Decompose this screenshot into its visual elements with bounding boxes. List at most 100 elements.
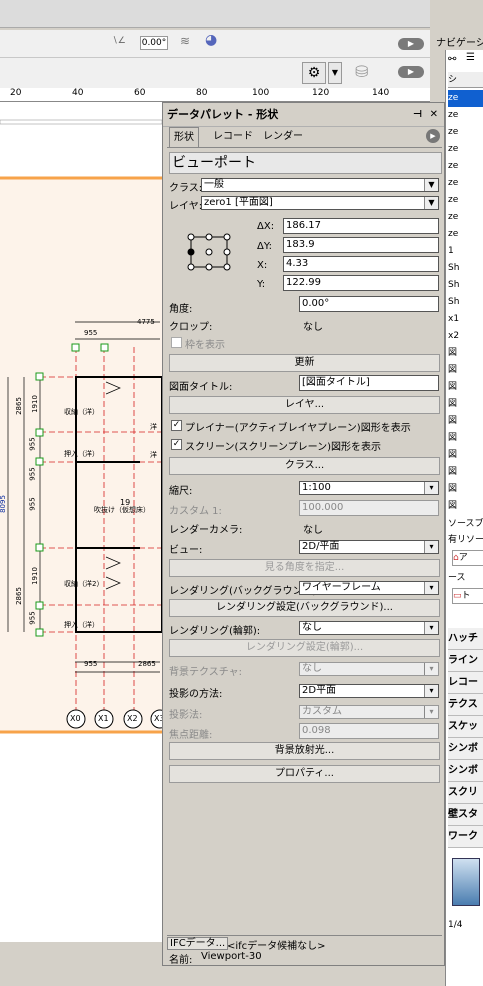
angle-input[interactable]: 0.00°: [140, 36, 168, 50]
angle-field[interactable]: 0.00°: [299, 296, 439, 312]
layer-list-item[interactable]: ze: [448, 175, 483, 192]
drawing-canvas[interactable]: 4775 955 2865 1910 955 8095 955 955 2865…: [0, 102, 162, 942]
bg-render-settings-button[interactable]: レンダリング設定(バックグラウンド)...: [169, 599, 440, 617]
layer-list-item[interactable]: Sh: [448, 277, 483, 294]
close-icon[interactable]: ✕: [430, 103, 438, 127]
tree-icon[interactable]: ⚯: [448, 54, 456, 65]
resource-dropdown-1[interactable]: ⌂ア: [452, 550, 483, 566]
chevron-down-icon: ▾: [424, 706, 438, 718]
resource-tool-item[interactable]: 壁スタ: [448, 804, 483, 826]
bg-texture-value: なし: [302, 663, 322, 674]
layer-list-item[interactable]: ze: [448, 141, 483, 158]
update-button[interactable]: 更新: [169, 354, 440, 372]
view-dropdown[interactable]: 2D/平面 ▾: [299, 540, 439, 554]
layer-list-item[interactable]: ze: [448, 192, 483, 209]
layer-list-item[interactable]: 図: [448, 362, 483, 379]
layer-list-item[interactable]: 図: [448, 464, 483, 481]
layer-list-item[interactable]: 図: [448, 345, 483, 362]
tab-record[interactable]: レコード: [209, 127, 257, 147]
expand-button-2[interactable]: ▶: [398, 66, 424, 78]
screen-checkbox[interactable]: ✓: [171, 439, 182, 450]
perspective-dropdown[interactable]: カスタム ▾: [299, 705, 439, 719]
layer-list-item[interactable]: 図: [448, 396, 483, 413]
tab-divider: [167, 147, 442, 148]
drawing-title-label: 図面タイトル:: [169, 382, 233, 393]
class-button[interactable]: クラス...: [169, 457, 440, 475]
planar-checkbox[interactable]: ✓: [171, 420, 182, 431]
layer-list-item[interactable]: ze: [448, 158, 483, 175]
layer-list-item[interactable]: 1: [448, 243, 483, 260]
layer-button[interactable]: レイヤ...: [169, 396, 440, 414]
layer-list-item[interactable]: 図: [448, 447, 483, 464]
projection-value: 2D平面: [302, 685, 337, 696]
layer-list-item[interactable]: 図: [448, 413, 483, 430]
dim-label: 955: [28, 497, 37, 511]
resource-tool-item[interactable]: スケッ: [448, 716, 483, 738]
show-frame-checkbox[interactable]: [171, 337, 182, 348]
focal-label: 焦点距離:: [169, 730, 213, 741]
tab-scroll-button[interactable]: ▶: [426, 129, 440, 143]
folder-icon: ▭: [453, 591, 462, 601]
drawing-title-field[interactable]: [図面タイトル]: [299, 375, 439, 391]
column-header[interactable]: シ: [448, 72, 483, 88]
projection-dropdown[interactable]: 2D平面 ▾: [299, 684, 439, 698]
layer-list-item[interactable]: ze: [448, 209, 483, 226]
y-field[interactable]: 122.99: [283, 275, 439, 291]
render-icon[interactable]: ◕: [205, 32, 217, 48]
dx-field[interactable]: 186.17: [283, 218, 439, 234]
layer-list-item[interactable]: x1: [448, 311, 483, 328]
scale-dropdown[interactable]: 1:100 ▾: [299, 481, 439, 495]
perspective-label: 投影法:: [169, 710, 203, 721]
resource-tool-item[interactable]: テクス: [448, 694, 483, 716]
class-dropdown[interactable]: 一般 ▼: [201, 178, 439, 192]
layer-list-item[interactable]: Sh: [448, 294, 483, 311]
resource-dropdown-2[interactable]: ▭ト: [452, 588, 483, 604]
chevron-down-icon[interactable]: ▼: [328, 62, 342, 84]
dim-label: 1910: [30, 567, 39, 585]
resource-tool-item[interactable]: シンボ: [448, 738, 483, 760]
layer-list-item[interactable]: Sh: [448, 260, 483, 277]
x-field[interactable]: 4.33: [283, 256, 439, 272]
ifc-data-button[interactable]: IFCデータ...: [167, 937, 229, 950]
resource-value-2: ト: [461, 591, 471, 601]
expand-button[interactable]: ▶: [398, 38, 424, 50]
resource-tool-item[interactable]: シンボ: [448, 760, 483, 782]
layer-list-item[interactable]: ze: [448, 107, 483, 124]
layer-list-item[interactable]: 図: [448, 481, 483, 498]
resource-tool-item[interactable]: ワーク: [448, 826, 483, 848]
resource-tool-item[interactable]: スクリ: [448, 782, 483, 804]
bg-radiosity-button[interactable]: 背景放射光...: [169, 742, 440, 760]
line-render-label: レンダリング(輪郭):: [169, 626, 261, 637]
anchor-point-selector[interactable]: [183, 231, 235, 273]
bg-texture-dropdown[interactable]: なし ▾: [299, 662, 439, 676]
resource-thumbnail[interactable]: [452, 858, 480, 906]
resource-tool-item[interactable]: ライン: [448, 650, 483, 672]
resource-tool-item[interactable]: レコー: [448, 672, 483, 694]
layer-list-item[interactable]: 図: [448, 430, 483, 447]
bg-render-dropdown[interactable]: ワイヤーフレーム ▾: [299, 581, 439, 595]
resource-tool-item[interactable]: ハッチ: [448, 628, 483, 650]
tab-shape[interactable]: 形状: [169, 127, 199, 147]
view-angle-button[interactable]: 見る角度を指定...: [169, 559, 440, 577]
bucket-icon[interactable]: ⛁: [355, 62, 368, 81]
layer-list-item[interactable]: ze: [448, 124, 483, 141]
layer-list-item[interactable]: ze: [448, 226, 483, 243]
layer-list-item[interactable]: 図: [448, 379, 483, 396]
stack-icon[interactable]: ☰: [466, 52, 475, 63]
pin-icon[interactable]: ⊣: [413, 103, 422, 127]
dim-label: 2865: [138, 660, 156, 668]
dim-label: 955: [28, 611, 37, 625]
tab-render[interactable]: レンダー: [259, 127, 307, 147]
layer-list-item[interactable]: ze: [448, 90, 483, 107]
layer-list-item[interactable]: x2: [448, 328, 483, 345]
layers-icon[interactable]: ≋: [180, 34, 190, 48]
layer-list-item[interactable]: 図: [448, 498, 483, 515]
line-render-settings-button[interactable]: レンダリング設定(輪郭)...: [169, 639, 440, 657]
properties-button[interactable]: プロパティ...: [169, 765, 440, 783]
gear-icon[interactable]: ⚙: [302, 62, 326, 84]
custom-field[interactable]: 100.000: [299, 500, 439, 516]
dy-field[interactable]: 183.9: [283, 237, 439, 253]
line-render-dropdown[interactable]: なし ▾: [299, 621, 439, 635]
layer-dropdown[interactable]: zero1 [平面図] ▼: [201, 196, 439, 210]
focal-field[interactable]: 0.098: [299, 723, 439, 739]
